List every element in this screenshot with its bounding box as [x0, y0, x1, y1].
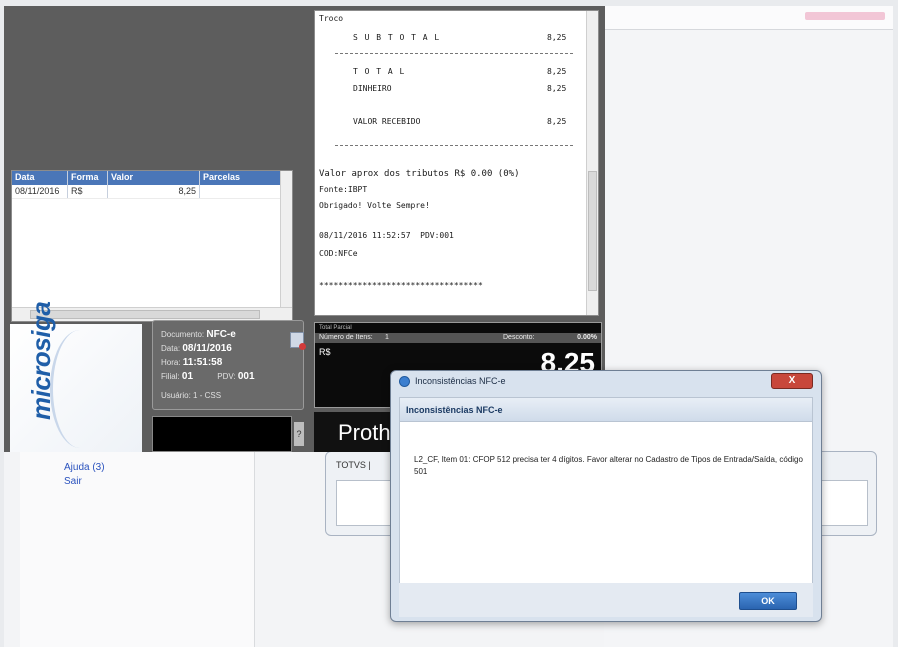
- receipt-received-value: 8,25: [547, 117, 567, 126]
- user-label: Usuário:: [161, 391, 191, 400]
- date-value: 08/11/2016: [182, 343, 232, 354]
- dialog-footer: OK: [399, 583, 813, 617]
- barcode-input[interactable]: [152, 416, 292, 452]
- receipt-subtotal-label: S U B T O T A L: [353, 33, 441, 42]
- cell-date: 08/11/2016: [12, 185, 68, 198]
- branch-value: 01: [181, 371, 194, 382]
- close-button[interactable]: X: [771, 373, 813, 389]
- receipt-stars-line: **********************************: [319, 281, 483, 290]
- pdv-label: PDV:: [217, 372, 236, 381]
- background-topbar: [598, 6, 893, 30]
- receipt-datetime-line: 08/11/2016 11:52:57 PDV:001: [319, 231, 454, 240]
- user-value: 1 - CSS: [193, 391, 222, 400]
- background-accent: [805, 12, 885, 20]
- totvs-dialog-title: TOTVS |: [336, 460, 371, 470]
- items-value: 1: [385, 334, 389, 341]
- scrollbar-thumb[interactable]: [588, 171, 597, 291]
- grid-vertical-scrollbar[interactable]: [280, 171, 292, 307]
- cell-value: 8,25: [108, 185, 200, 198]
- receipt-divider: [335, 53, 573, 54]
- receipt-source-line: Fonte:IBPT: [319, 185, 368, 194]
- logo-swoosh: [50, 330, 110, 448]
- dialog-body: Inconsistências NFC-e L2_CF, Item 01: CF…: [399, 397, 813, 593]
- receipt-divider: [335, 145, 573, 146]
- column-form[interactable]: Forma: [68, 171, 108, 185]
- receipt-cod-line: COD:NFCe: [319, 249, 358, 258]
- currency-label: R$: [319, 347, 331, 357]
- column-installments[interactable]: Parcelas: [200, 171, 290, 185]
- totals-header: Total Parcial: [319, 325, 352, 331]
- date-label: Data:: [161, 344, 181, 353]
- scrollbar-thumb[interactable]: [30, 310, 260, 319]
- time-label: Hora:: [161, 358, 181, 367]
- receipt-preview: Troco S U B T O T A L 8,25 T O T A L 8,2…: [314, 10, 599, 316]
- dialog-titlebar[interactable]: Inconsistências NFC-e X: [391, 371, 821, 393]
- menu-link-exit[interactable]: Sair: [64, 476, 82, 487]
- table-row[interactable]: 08/11/2016 R$ 8,25: [12, 185, 292, 199]
- microsiga-logo-panel: microsiga: [10, 302, 142, 452]
- ok-button[interactable]: OK: [739, 592, 797, 610]
- discount-label: Desconto:: [503, 334, 535, 341]
- receipt-cash-label: DINHEIRO: [353, 84, 392, 93]
- receipt-subtotal-value: 8,25: [547, 33, 567, 42]
- payments-grid-header: Data Forma Valor Parcelas: [12, 171, 292, 185]
- items-label: Número de Itens:: [319, 334, 373, 341]
- menu-link-help[interactable]: Ajuda (3): [64, 462, 105, 473]
- app-icon: [399, 376, 410, 387]
- dialog-title: Inconsistências NFC-e: [415, 376, 506, 386]
- receipt-total-value: 8,25: [547, 67, 567, 76]
- help-question-icon[interactable]: ?: [294, 422, 304, 446]
- cell-form: R$: [68, 185, 108, 198]
- document-info-panel: Documento: NFC-e Data: 08/11/2016 Hora: …: [152, 320, 304, 410]
- receipt-cash-value: 8,25: [547, 84, 567, 93]
- doc-value: NFC-e: [206, 329, 236, 340]
- time-value: 11:51:58: [182, 357, 223, 368]
- discount-value: 0.00%: [577, 334, 597, 341]
- document-status-icon[interactable]: [290, 332, 306, 350]
- dialog-message: L2_CF, Item 01: CFOP 512 precisa ter 4 d…: [414, 455, 803, 476]
- receipt-scrollbar[interactable]: [586, 11, 598, 315]
- pdv-value: 001: [237, 371, 255, 382]
- payments-grid: Data Forma Valor Parcelas 08/11/2016 R$ …: [11, 170, 293, 322]
- branch-label: Filial:: [161, 372, 180, 381]
- inconsistencies-dialog: Inconsistências NFC-e X Inconsistências …: [390, 370, 822, 622]
- doc-label: Documento:: [161, 330, 205, 339]
- side-menu: Ajuda (3) Sair: [20, 452, 255, 647]
- column-value[interactable]: Valor: [108, 171, 200, 185]
- column-date[interactable]: Data: [12, 171, 68, 185]
- receipt-thanks-line: Obrigado! Volte Sempre!: [319, 201, 430, 210]
- dialog-header: Inconsistências NFC-e: [400, 398, 812, 422]
- cell-installments: [200, 185, 290, 198]
- receipt-troco-label: Troco: [319, 14, 344, 23]
- receipt-received-label: VALOR RECEBIDO: [353, 117, 421, 126]
- totals-info-bar: Número de Itens: 1 Desconto: 0.00%: [315, 333, 601, 343]
- receipt-taxes-line: Valor aprox dos tributos R$ 0.00 (0%): [319, 169, 520, 179]
- receipt-total-label: T O T A L: [353, 67, 406, 76]
- microsiga-logo: microsiga: [26, 301, 56, 420]
